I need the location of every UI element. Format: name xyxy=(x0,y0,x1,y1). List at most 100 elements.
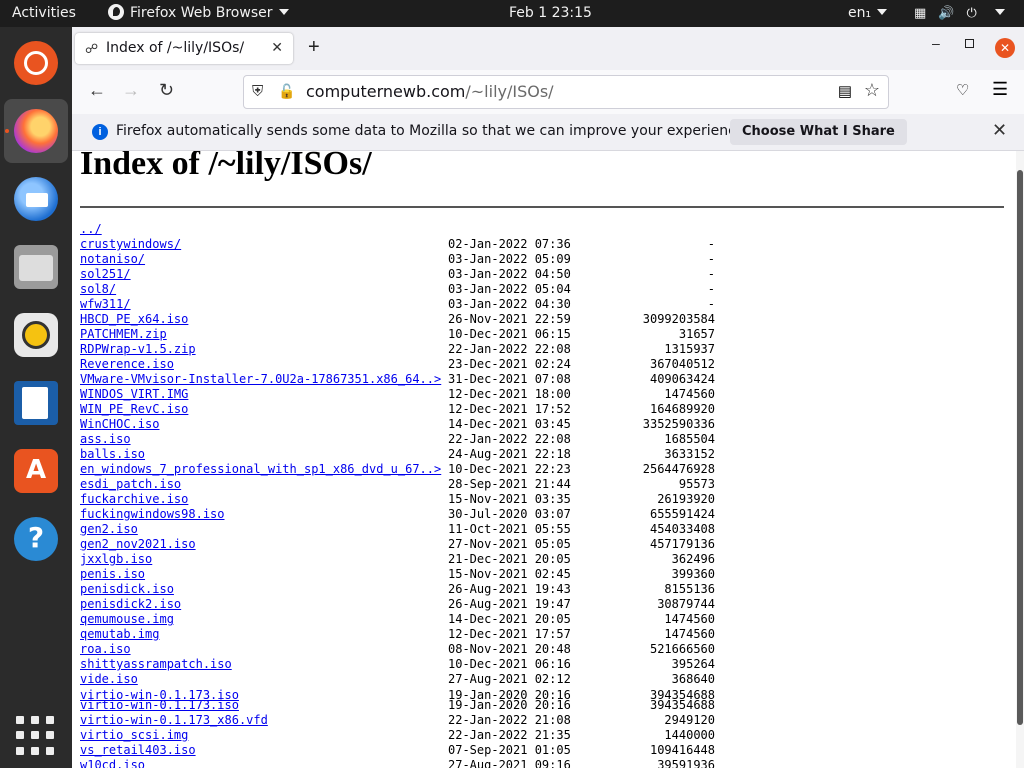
file-link[interactable]: penisdick2.iso xyxy=(80,597,181,611)
url-bar[interactable]: ⛨ 🔓 computernewb.com/~lily/ISOs/ ▤ ☆ xyxy=(243,75,889,109)
file-link[interactable]: sol251/ xyxy=(80,267,131,281)
page-scrollbar[interactable] xyxy=(1016,151,1024,768)
file-link[interactable]: Reverence.iso xyxy=(80,357,174,371)
file-date: 03-Jan-2022 04:50 xyxy=(448,267,571,281)
file-link[interactable]: ass.iso xyxy=(80,432,131,446)
file-row: roa.iso 08-Nov-2021 20:48 521666560 xyxy=(80,642,715,657)
file-date: 07-Sep-2021 01:05 xyxy=(448,743,571,757)
dock-rhythmbox[interactable] xyxy=(4,303,68,367)
insecure-lock-icon[interactable]: 🔓 xyxy=(278,83,295,100)
file-size: 95573 xyxy=(678,477,715,491)
tab-active[interactable]: ☍ Index of /~lily/ISOs/ ✕ xyxy=(75,33,293,64)
file-link[interactable]: roa.iso xyxy=(80,642,131,656)
file-link[interactable]: esdi_patch.iso xyxy=(80,477,181,491)
file-link[interactable]: penisdick.iso xyxy=(80,582,174,596)
reader-view-icon[interactable]: ▤ xyxy=(838,82,852,100)
dock-thunderbird[interactable] xyxy=(4,167,68,231)
file-link[interactable]: vide.iso xyxy=(80,672,138,686)
file-size: - xyxy=(707,267,715,281)
file-link[interactable]: WIN_PE_RevC.iso xyxy=(80,402,188,416)
clock[interactable]: Feb 1 23:15 xyxy=(509,0,592,27)
file-size: 362496 xyxy=(671,552,715,566)
close-tab-icon[interactable]: ✕ xyxy=(271,39,283,56)
app-menu[interactable]: Firefox Web Browser xyxy=(108,0,289,27)
file-link[interactable]: PATCHMEM.zip xyxy=(80,327,167,341)
file-row: gen2_nov2021.iso 27-Nov-2021 05:05 4571791… xyxy=(80,537,715,552)
file-row: penisdick.iso 26-Aug-2021 19:43 8155136 xyxy=(80,582,715,597)
scrollbar-thumb[interactable] xyxy=(1017,170,1023,725)
dock-files[interactable] xyxy=(4,235,68,299)
file-link[interactable]: gen2_nov2021.iso xyxy=(80,537,196,551)
file-link[interactable]: shittyassrampatch.iso xyxy=(80,657,232,671)
file-size: 1474560 xyxy=(664,612,715,626)
dock-firefox[interactable] xyxy=(4,99,68,163)
file-date: 12-Dec-2021 17:52 xyxy=(448,402,571,416)
file-link[interactable]: vs_retail403.iso xyxy=(80,743,196,757)
dock-help[interactable] xyxy=(4,507,68,571)
file-size: 31657 xyxy=(678,327,715,341)
forward-button[interactable]: → xyxy=(122,80,140,101)
file-link[interactable]: WinCHOC.iso xyxy=(80,417,159,431)
file-link[interactable]: VMware-VMvisor-Installer-7.0U2a-17867351… xyxy=(80,372,441,386)
show-apps-grid-icon[interactable] xyxy=(16,716,56,756)
file-link[interactable]: notaniso/ xyxy=(80,252,145,266)
file-link[interactable]: virtio-win-0.1.173.iso xyxy=(80,698,239,712)
file-row: WINDOS_VIRT.IMG 12-Dec-2021 18:00 1474560 xyxy=(80,387,715,402)
maximize-window-button[interactable] xyxy=(965,39,974,48)
file-date: 22-Jan-2022 22:08 xyxy=(448,432,571,446)
file-link[interactable]: qemumouse.img xyxy=(80,612,174,626)
file-link[interactable]: penis.iso xyxy=(80,567,145,581)
file-link[interactable]: jxxlgb.iso xyxy=(80,552,152,566)
back-button[interactable]: ← xyxy=(88,80,106,101)
pocket-icon[interactable]: ♡ xyxy=(956,81,969,99)
file-row: penis.iso 15-Nov-2021 02:45 399360 xyxy=(80,567,715,582)
choose-what-i-share-button[interactable]: Choose What I Share xyxy=(730,119,907,145)
close-window-button[interactable]: ✕ xyxy=(995,38,1015,58)
url-text[interactable]: computernewb.com/~lily/ISOs/ xyxy=(306,82,554,101)
file-date: 27-Nov-2021 05:05 xyxy=(448,537,571,551)
tracking-protection-shield-icon[interactable]: ⛨ xyxy=(252,83,263,100)
navigation-toolbar: ← → ↻ ⛨ 🔓 computernewb.com/~lily/ISOs/ ▤… xyxy=(72,70,1024,115)
file-link[interactable]: virtio_scsi.img xyxy=(80,728,188,742)
file-link[interactable]: wfw311/ xyxy=(80,297,131,311)
file-link[interactable]: w10cd.iso xyxy=(80,758,145,768)
file-link[interactable]: crustywindows/ xyxy=(80,237,181,251)
thunderbird-icon xyxy=(14,177,58,221)
file-link[interactable]: RDPWrap-v1.5.zip xyxy=(80,342,196,356)
file-link[interactable]: gen2.iso xyxy=(80,522,138,536)
file-size: 30879744 xyxy=(657,597,715,611)
minimize-window-button[interactable]: – xyxy=(932,35,940,51)
file-row: shittyassrampatch.iso 10-Dec-2021 06:16 39… xyxy=(80,657,715,672)
dock-ubuntu[interactable] xyxy=(4,31,68,95)
file-link[interactable]: qemutab.img xyxy=(80,627,159,641)
file-link[interactable]: sol8/ xyxy=(80,282,116,296)
parent-dir-row: ../ xyxy=(80,222,102,237)
file-row: vide.iso 27-Aug-2021 02:12 368640 xyxy=(80,672,715,687)
bookmark-star-icon[interactable]: ☆ xyxy=(864,80,880,101)
dock-software-center[interactable] xyxy=(4,439,68,503)
file-row: fuckarchive.iso 15-Nov-2021 03:35 26193920 xyxy=(80,492,715,507)
file-date: 22-Jan-2022 21:35 xyxy=(448,728,571,742)
dock-libreoffice-writer[interactable] xyxy=(4,371,68,435)
file-link[interactable]: WINDOS_VIRT.IMG xyxy=(80,387,188,401)
file-link[interactable]: balls.iso xyxy=(80,447,145,461)
file-link[interactable]: en_windows_7_professional_with_sp1_x86_d… xyxy=(80,462,441,476)
activities-button[interactable]: Activities xyxy=(12,0,76,27)
info-icon: i xyxy=(92,124,108,140)
new-tab-button[interactable]: + xyxy=(308,36,320,59)
file-link[interactable]: virtio-win-0.1.173_x86.vfd xyxy=(80,713,268,727)
close-notification-icon[interactable]: ✕ xyxy=(992,120,1007,141)
file-link[interactable]: fuckarchive.iso xyxy=(80,492,188,506)
file-link[interactable]: HBCD_PE_x64.iso xyxy=(80,312,188,326)
file-date: 26-Aug-2021 19:47 xyxy=(448,597,571,611)
parent-directory-link[interactable]: ../ xyxy=(80,222,102,236)
file-size: 3352590336 xyxy=(642,417,715,431)
input-language-indicator[interactable]: en₁ xyxy=(848,0,888,27)
file-date: 03-Jan-2022 05:04 xyxy=(448,282,571,296)
file-row: virtio-win-0.1.173.iso 19-Jan-2020 20:16 3… xyxy=(80,698,715,713)
file-link[interactable]: fuckingwindows98.iso xyxy=(80,507,225,521)
reload-button[interactable]: ↻ xyxy=(159,80,174,101)
system-menu[interactable]: ▦ 🔊 ⏻ xyxy=(914,0,1017,27)
hamburger-menu-icon[interactable]: ☰ xyxy=(992,79,1008,100)
file-size: 109416448 xyxy=(649,743,715,757)
